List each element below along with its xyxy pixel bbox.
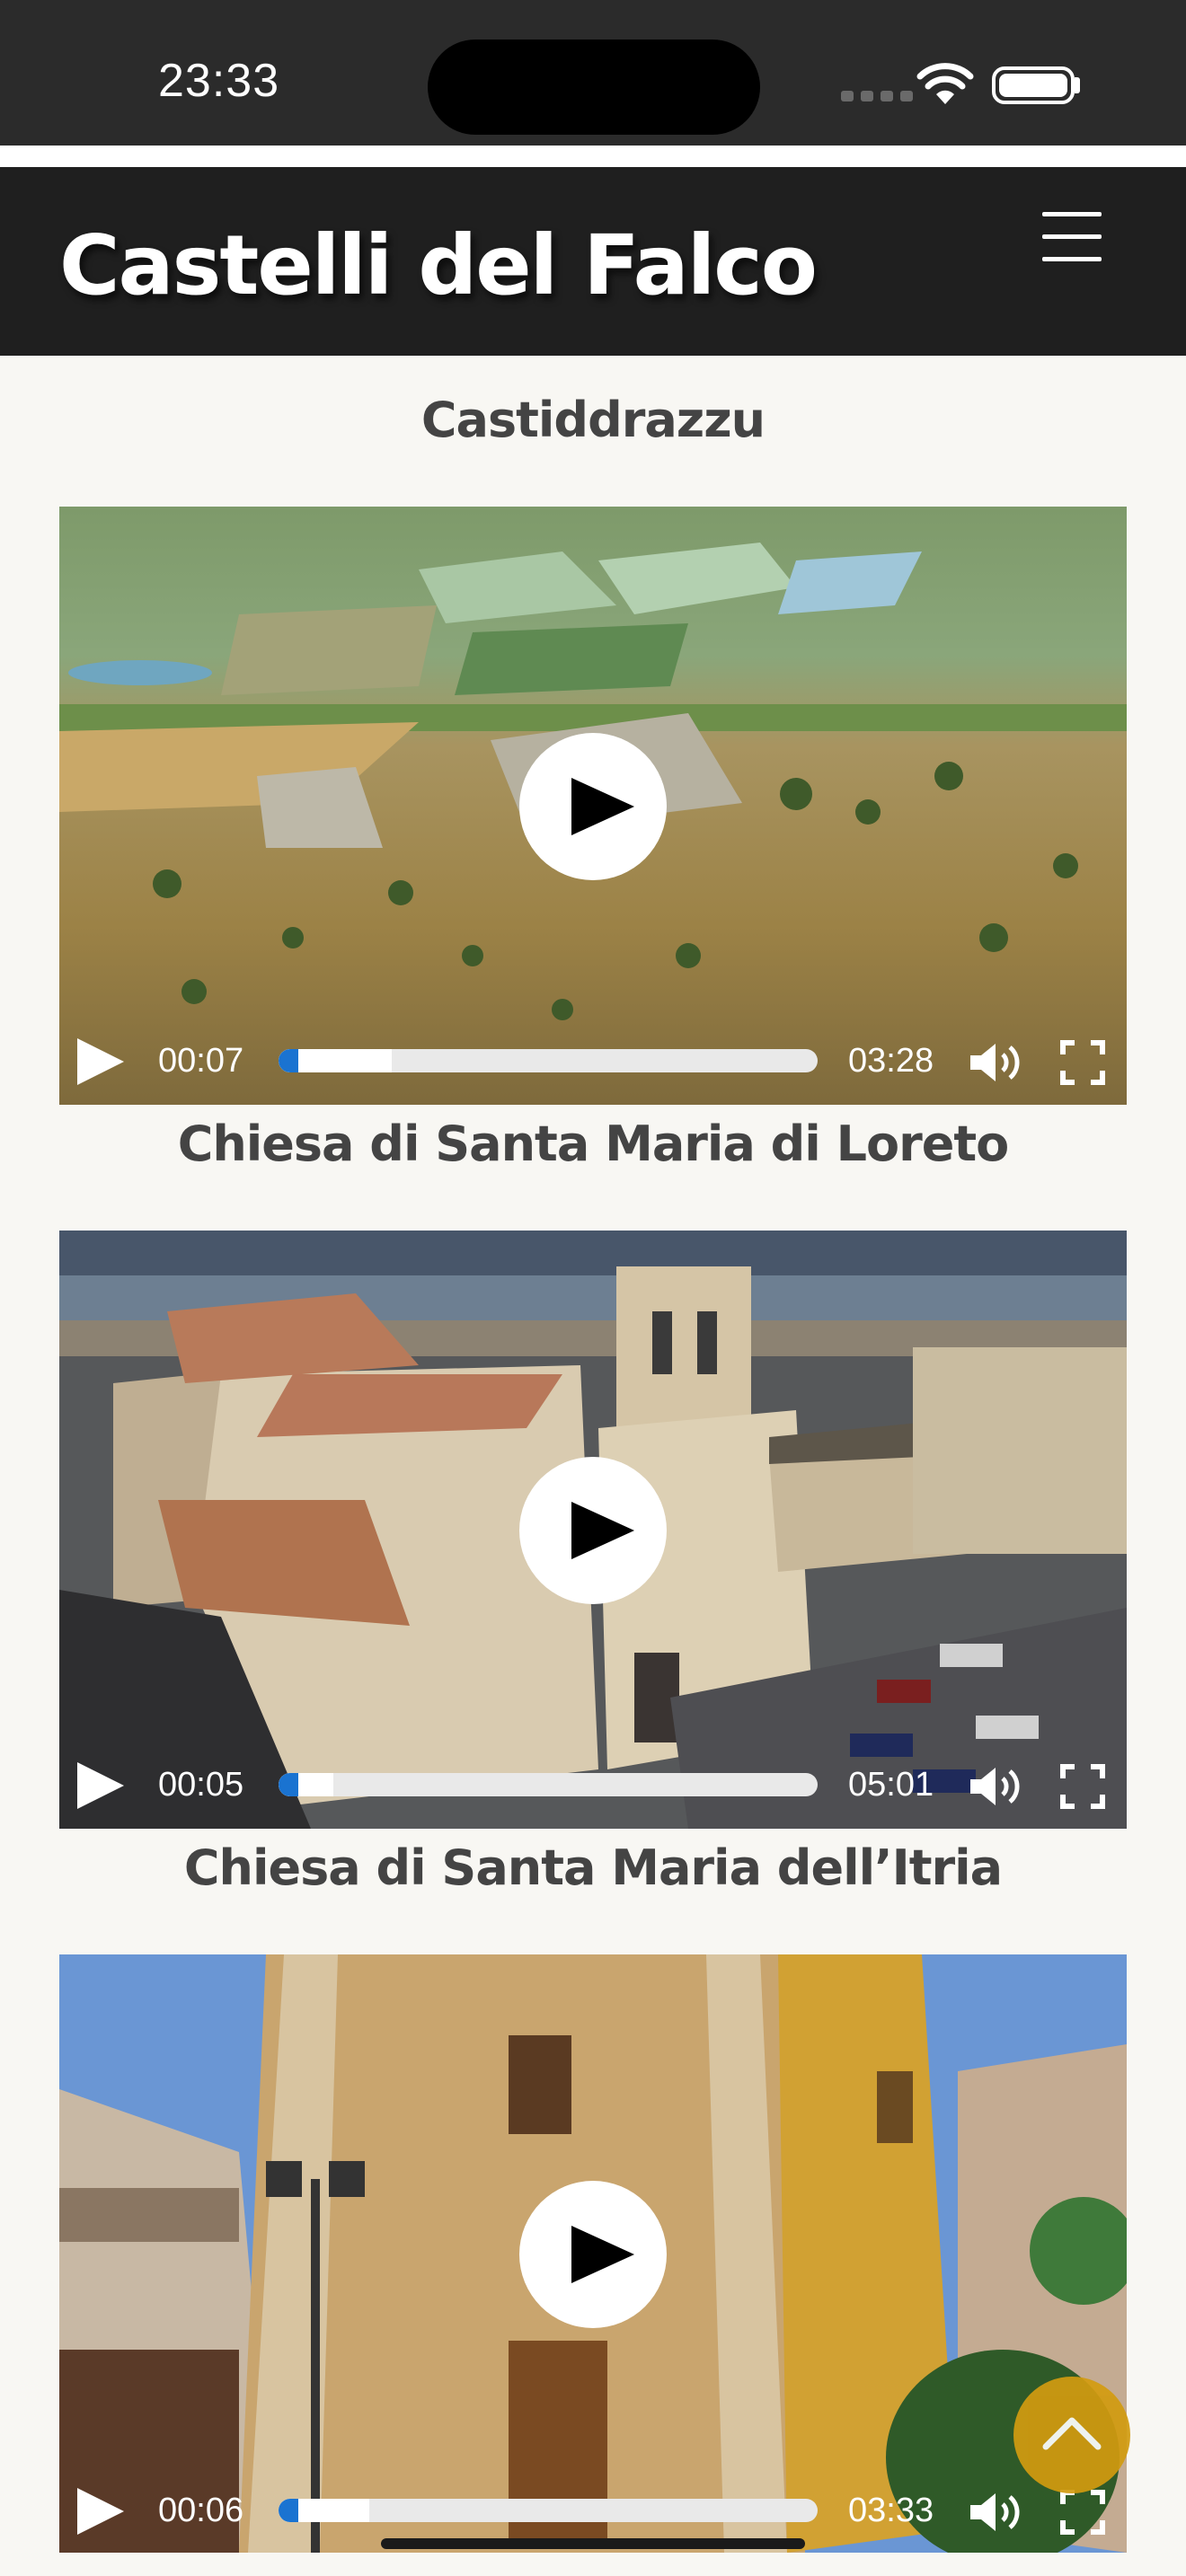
video-progress-slider[interactable]: [279, 2499, 818, 2522]
video-controls: 00:07 03:28: [59, 1015, 1127, 1105]
video-progress-slider[interactable]: [279, 1049, 818, 1072]
section-title: Chiesa di Santa Maria di Loreto: [177, 1116, 1010, 1172]
wifi-icon: [916, 63, 974, 104]
video-player[interactable]: 00:06 03:33: [59, 1954, 1127, 2554]
video-progress-fill: [279, 1049, 392, 1072]
status-time: 23:33: [158, 55, 280, 107]
play-icon[interactable]: [77, 1038, 124, 1085]
fullscreen-icon[interactable]: [1060, 2490, 1105, 2535]
chevron-up-icon: [1042, 2417, 1102, 2450]
video-current-time: 00:07: [158, 1042, 244, 1080]
volume-icon[interactable]: [967, 2490, 1024, 2535]
video-duration: 05:01: [848, 1766, 934, 1804]
play-icon[interactable]: [519, 733, 667, 880]
status-bar: 23:33: [0, 0, 1186, 146]
battery-icon: [992, 66, 1075, 104]
site-header: Castelli del Falco: [0, 167, 1186, 356]
play-icon[interactable]: [519, 1457, 667, 1604]
fullscreen-icon[interactable]: [1060, 1040, 1105, 1085]
video-duration: 03:33: [848, 2492, 934, 2529]
video-player[interactable]: 00:05 05:01: [59, 1231, 1127, 1829]
site-brand[interactable]: Castelli del Falco: [59, 217, 818, 313]
dynamic-island: [428, 40, 760, 135]
video-progress-slider[interactable]: [279, 1773, 818, 1796]
home-indicator: [381, 2538, 805, 2549]
video-current-time: 00:06: [158, 2492, 244, 2529]
video-progress-fill: [279, 1773, 334, 1796]
hamburger-icon[interactable]: [1042, 212, 1102, 262]
video-controls: 00:05 05:01: [59, 1739, 1127, 1829]
volume-icon[interactable]: [967, 1764, 1024, 1809]
video-progress-fill: [279, 2499, 369, 2522]
section-title: Castiddrazzu: [420, 392, 766, 448]
scroll-to-top-button[interactable]: [1013, 2377, 1130, 2493]
video-player[interactable]: 00:07 03:28: [59, 507, 1127, 1105]
play-icon[interactable]: [77, 1762, 124, 1809]
cellular-signal-icon: [841, 91, 913, 101]
section-title: Chiesa di Santa Maria dell’Itria: [183, 1839, 1003, 1896]
video-duration: 03:28: [848, 1042, 934, 1080]
play-icon[interactable]: [77, 2488, 124, 2535]
video-current-time: 00:05: [158, 1766, 244, 1804]
volume-icon[interactable]: [967, 1040, 1024, 1085]
play-icon[interactable]: [519, 2181, 667, 2328]
fullscreen-icon[interactable]: [1060, 1764, 1105, 1809]
